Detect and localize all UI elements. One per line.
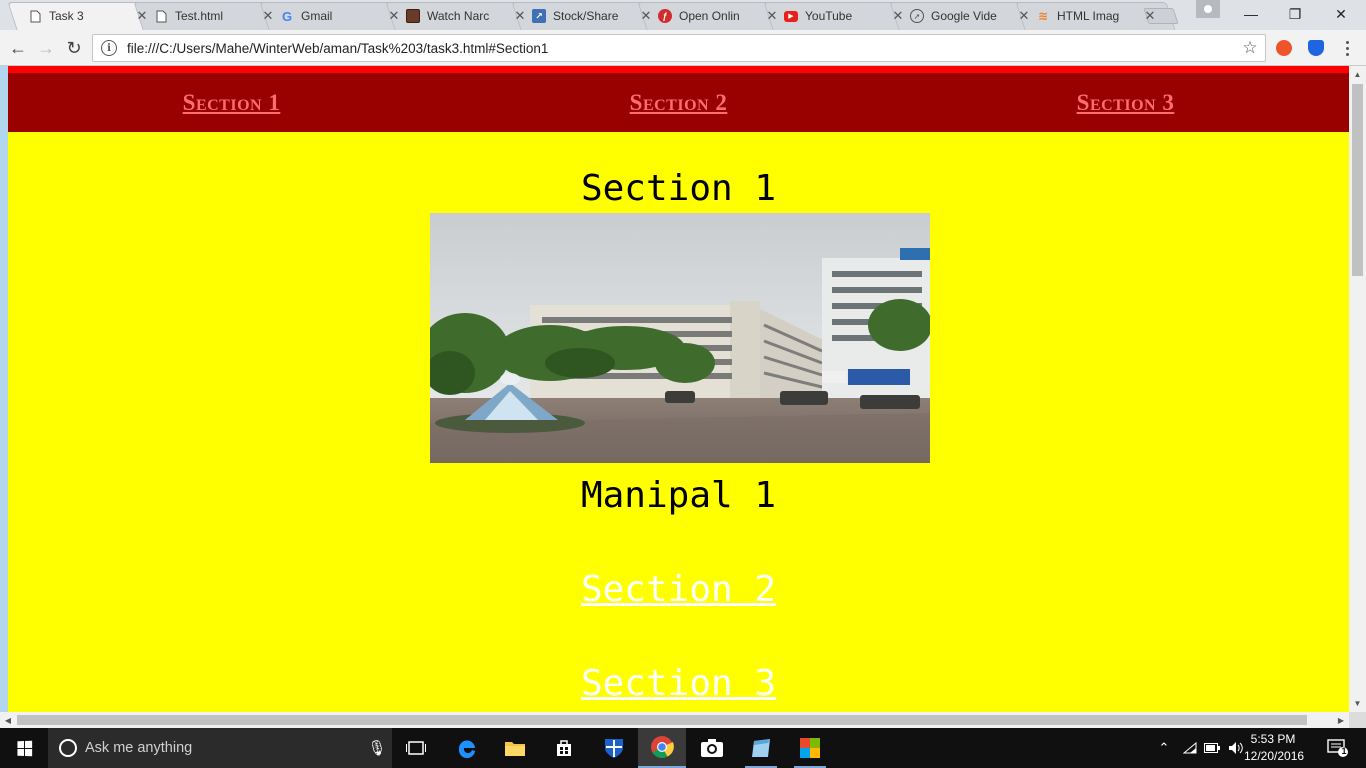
film-icon (406, 9, 420, 23)
youtube-icon: ▶ (784, 10, 798, 22)
file-explorer-icon[interactable] (491, 728, 539, 768)
notification-count: 1 (1341, 746, 1347, 756)
notepad-icon[interactable] (737, 728, 785, 768)
clock-date: 12/20/2016 (1244, 749, 1305, 763)
tab-title: Task 3 (49, 9, 84, 23)
scroll-down-arrow-icon[interactable]: ▼ (1349, 695, 1366, 712)
horizontal-scrollbar[interactable]: ◀ ▶ (0, 712, 1349, 728)
page-icon (28, 9, 42, 23)
shield-extension-icon[interactable] (1308, 40, 1324, 56)
google-icon: G (281, 8, 293, 24)
nav-link-section-1[interactable]: Section 1 (8, 90, 455, 116)
tab-title: Open Onlin (679, 9, 740, 23)
tab-html-image[interactable]: ≋ HTML Imag ✕ (1014, 2, 1171, 30)
store-icon[interactable] (540, 728, 588, 768)
section-heading: Section 1 (580, 168, 777, 209)
close-icon[interactable]: ✕ (1017, 8, 1031, 24)
close-icon[interactable]: ✕ (891, 8, 905, 24)
tab-title: YouTube (805, 9, 853, 23)
action-center-icon[interactable]: 1 (1318, 728, 1358, 768)
link-section-2[interactable]: Section 2 (8, 569, 1349, 610)
page-body: Section 1 Section 2 Section 3 Section 1 (8, 66, 1349, 712)
chrome-icon[interactable] (638, 728, 686, 768)
chart-icon: ↗ (532, 9, 546, 23)
section-nav: Section 1 Section 2 Section 3 (8, 73, 1349, 132)
minimize-button[interactable]: — (1228, 0, 1274, 28)
tab-title: HTML Imag (1057, 9, 1120, 23)
chevron-up-icon[interactable]: ⌃ (1154, 728, 1174, 768)
nav-link-section-3[interactable]: Section 3 (902, 90, 1349, 116)
close-icon[interactable]: ✕ (513, 8, 527, 24)
tab-title: Test.html (175, 9, 224, 23)
menu-icon[interactable] (1340, 36, 1354, 60)
close-icon[interactable]: ✕ (135, 8, 149, 24)
nav-link-section-2[interactable]: Section 2 (455, 90, 902, 116)
bookmark-star-icon[interactable]: ☆ (1235, 38, 1265, 58)
pdf-icon: ƒ (658, 9, 672, 23)
stack-icon: ≋ (1037, 9, 1049, 23)
scrollbar-corner (1349, 712, 1366, 728)
tab-title: Watch Narc (427, 9, 490, 23)
system-clock[interactable]: 5:53 PM 12/20/2016 (1244, 731, 1305, 765)
volume-icon[interactable] (1226, 728, 1246, 768)
edge-icon[interactable] (443, 728, 491, 768)
close-icon[interactable]: ✕ (261, 8, 275, 24)
scroll-thumb[interactable] (1352, 84, 1363, 276)
scroll-right-arrow-icon[interactable]: ▶ (1333, 712, 1349, 728)
maximize-button[interactable]: ❐ (1272, 0, 1318, 28)
tab-title: Gmail (301, 9, 333, 23)
horizontal-scroll-thumb[interactable] (17, 715, 1307, 725)
search-placeholder: Ask me anything (85, 740, 193, 756)
task-view-icon[interactable] (392, 728, 440, 768)
url-text[interactable]: file:///C:/Users/Mahe/WinterWeb/aman/Tas… (127, 41, 1235, 56)
close-icon[interactable]: ✕ (765, 8, 779, 24)
camera-icon[interactable] (688, 728, 736, 768)
back-button[interactable]: ← (6, 36, 30, 60)
defender-icon[interactable] (590, 728, 638, 768)
photo-caption: Manipal 1 (580, 475, 777, 516)
taskbar: Ask me anything 🎙 ⌃ 5:53 PM 12/20/2016 1 (0, 728, 1366, 768)
windows-icon (16, 740, 32, 756)
close-window-button[interactable]: ✕ (1318, 0, 1364, 28)
campus-photo (430, 213, 930, 463)
extension-icon[interactable] (1276, 40, 1292, 56)
page-icon (154, 9, 168, 23)
clock-time: 5:53 PM (1250, 732, 1296, 746)
profile-icon[interactable] (1196, 0, 1220, 18)
microphone-icon[interactable]: 🎙 (362, 739, 392, 757)
close-icon[interactable]: ✕ (387, 8, 401, 24)
address-bar[interactable]: i file:///C:/Users/Mahe/WinterWeb/aman/T… (92, 34, 1266, 62)
close-icon[interactable]: ✕ (1143, 8, 1157, 24)
scroll-left-arrow-icon[interactable]: ◀ (0, 712, 16, 728)
scroll-up-arrow-icon[interactable]: ▲ (1349, 66, 1366, 83)
close-icon[interactable]: ✕ (639, 8, 653, 24)
reload-button[interactable]: ↻ (62, 36, 86, 60)
battery-icon[interactable] (1202, 728, 1222, 768)
vertical-scrollbar[interactable]: ▲ ▼ (1349, 66, 1366, 712)
tab-title: Stock/Share (553, 9, 619, 23)
wifi-icon[interactable] (1180, 728, 1200, 768)
tab-strip: Task 3 ✕ Test.html ✕ G Gmail ✕ Watch Nar… (0, 0, 1366, 30)
cortana-icon (59, 739, 77, 757)
browser-toolbar: ← → ↻ i file:///C:/Users/Mahe/WinterWeb/… (0, 30, 1366, 66)
forward-button[interactable]: → (34, 36, 58, 60)
compass-icon: ➚ (910, 9, 924, 23)
tab-title: Google Vide (931, 9, 997, 23)
info-icon[interactable]: i (101, 40, 117, 56)
link-section-3[interactable]: Section 3 (8, 663, 1349, 704)
top-border (8, 66, 1349, 73)
cortana-search-box[interactable]: Ask me anything 🎙 (48, 728, 392, 768)
office-icon[interactable] (786, 728, 834, 768)
start-button[interactable] (0, 728, 48, 768)
page-viewport: Section 1 Section 2 Section 3 Section 1 (0, 66, 1366, 712)
